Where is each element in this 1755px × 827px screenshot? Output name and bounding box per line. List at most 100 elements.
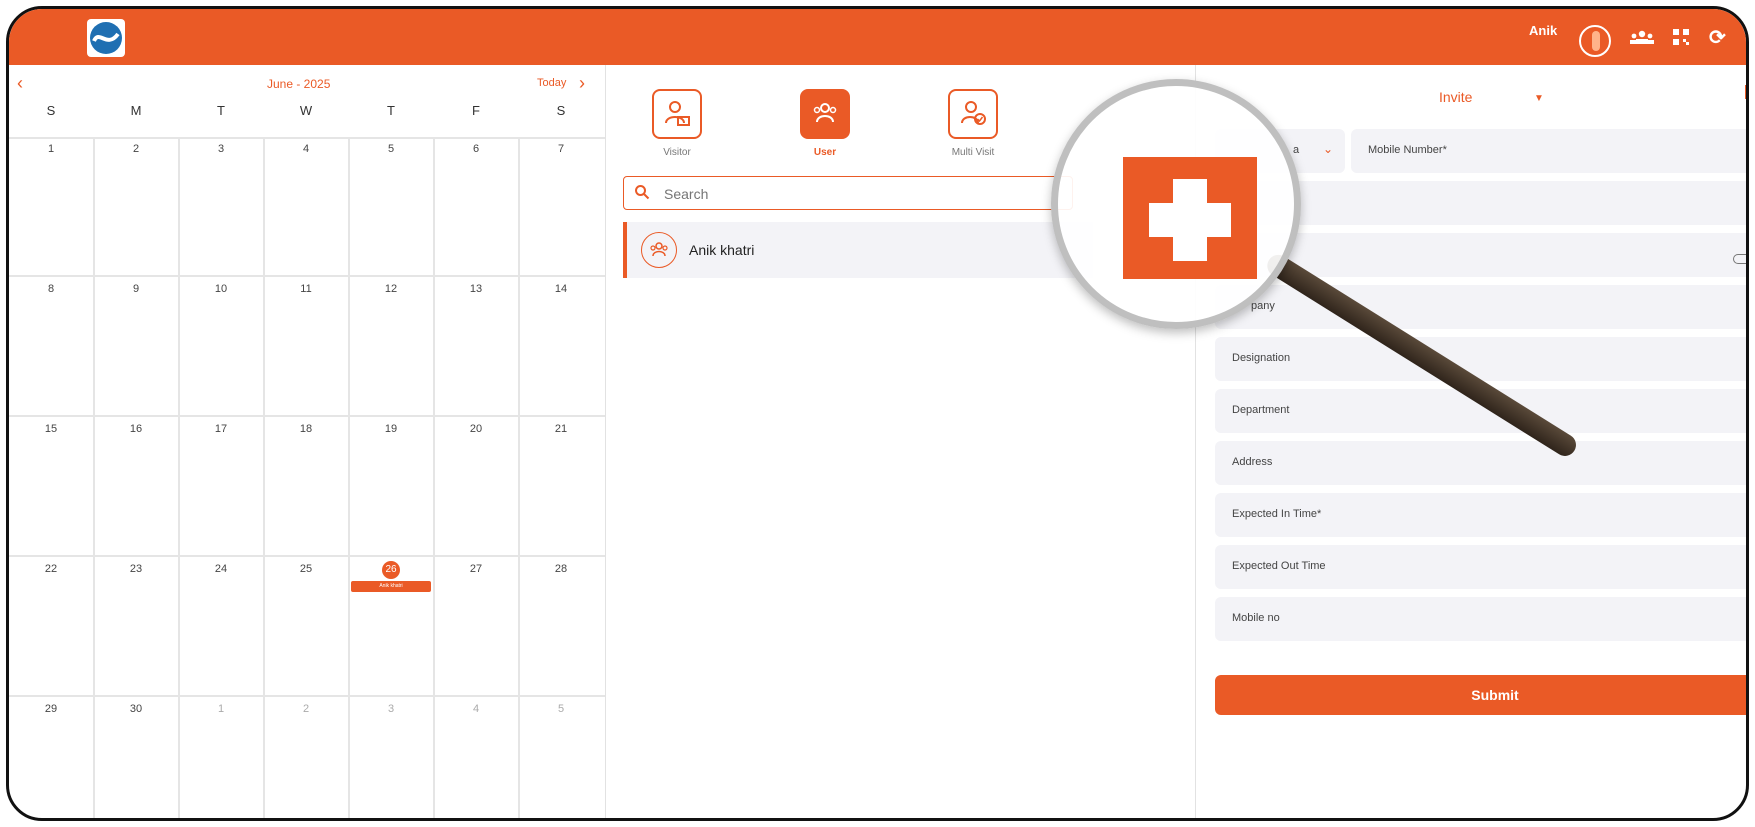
visitor-type-button[interactable] <box>652 89 702 139</box>
calendar-day[interactable]: 5 <box>349 143 433 155</box>
calendar-day[interactable]: 15 <box>9 423 93 435</box>
top-bar: Anik ⟳ <box>9 9 1746 65</box>
chevron-down-icon: ⌄ <box>1323 142 1334 156</box>
grid-line <box>9 137 605 139</box>
calendar-header: ‹ June - 2025 Today › <box>9 65 605 101</box>
expected-in-time-field[interactable]: Expected In Time* <box>1215 493 1746 537</box>
field-label: Mobile Number* <box>1368 144 1447 156</box>
calendar-day[interactable]: 5 <box>519 703 603 715</box>
weekday-header: M <box>130 103 142 118</box>
multi-visit-type-button[interactable] <box>948 89 998 139</box>
address-field[interactable]: Address <box>1215 441 1746 485</box>
today-button[interactable]: Today <box>537 77 566 89</box>
visitor-type-label: Visitor <box>663 147 691 158</box>
grid-line <box>178 137 180 818</box>
calendar-day[interactable]: 21 <box>519 423 603 435</box>
field-label: Department <box>1232 404 1290 416</box>
field-label: Expected In Time* <box>1232 508 1322 520</box>
search-icon <box>634 184 650 204</box>
calendar-day[interactable]: 24 <box>179 563 263 575</box>
calendar-day[interactable]: 3 <box>179 143 263 155</box>
grid-line <box>518 137 520 818</box>
calendar-day[interactable]: 22 <box>9 563 93 575</box>
field-label: pany <box>1251 300 1275 312</box>
calendar-day[interactable]: 16 <box>94 423 178 435</box>
calendar-day[interactable]: 20 <box>434 423 518 435</box>
calendar-day[interactable]: 4 <box>264 143 348 155</box>
calendar-day[interactable]: 23 <box>94 563 178 575</box>
grid-line <box>433 137 435 818</box>
list-item[interactable]: Anik khatri <box>623 222 1093 278</box>
grid-line <box>348 137 350 818</box>
calendar-day[interactable]: 1 <box>179 703 263 715</box>
grid-line <box>9 695 605 697</box>
avatar[interactable] <box>1579 25 1611 57</box>
calendar-day[interactable]: 25 <box>264 563 348 575</box>
weekday-header: F <box>472 103 480 118</box>
calendar-day[interactable]: 8 <box>9 283 93 295</box>
field-label: Mobile no <box>1232 612 1280 624</box>
mobile-number-field[interactable]: Mobile Number* <box>1351 129 1746 173</box>
plus-icon-horizontal <box>1149 203 1231 237</box>
users-icon[interactable] <box>1629 29 1655 50</box>
toggle-switch[interactable] <box>1733 254 1746 264</box>
weekday-header: T <box>217 103 225 118</box>
expected-out-time-field[interactable]: Expected Out Time <box>1215 545 1746 589</box>
weekday-header: W <box>299 103 313 118</box>
panel-corner-icon[interactable] <box>1745 85 1746 99</box>
calendar: ‹ June - 2025 Today › S M T W T F S 1 2 … <box>9 65 605 818</box>
multi-visit-type-label: Multi Visit <box>951 147 995 158</box>
calendar-day[interactable]: 3 <box>349 703 433 715</box>
calendar-day[interactable]: 2 <box>94 143 178 155</box>
calendar-day[interactable]: 10 <box>179 283 263 295</box>
refresh-icon[interactable]: ⟳ <box>1709 25 1726 50</box>
user-group-icon <box>641 232 677 268</box>
calendar-day[interactable]: 29 <box>9 703 93 715</box>
calendar-day[interactable]: 4 <box>434 703 518 715</box>
chevron-left-icon[interactable]: ‹ <box>17 73 23 94</box>
calendar-day[interactable]: 12 <box>349 283 433 295</box>
chevron-right-icon[interactable]: › <box>579 73 585 94</box>
calendar-day[interactable]: 14 <box>519 283 603 295</box>
user-type-button[interactable] <box>800 89 850 139</box>
search-input[interactable] <box>662 183 1046 205</box>
calendar-day[interactable]: 7 <box>519 143 603 155</box>
app-frame: Anik ⟳ ‹ June - 2025 Today › S M T W T F… <box>6 6 1749 821</box>
calendar-day[interactable]: 6 <box>434 143 518 155</box>
user-type-label: User <box>813 147 837 158</box>
calendar-day[interactable]: 19 <box>349 423 433 435</box>
calendar-day[interactable]: 17 <box>179 423 263 435</box>
selected-day-badge[interactable]: 26 <box>382 561 400 579</box>
field-label: Expected Out Time <box>1232 560 1326 572</box>
calendar-day[interactable]: 11 <box>264 283 348 295</box>
calendar-month-label: June - 2025 <box>267 77 331 91</box>
mobile-no-field[interactable]: Mobile no <box>1215 597 1746 641</box>
calendar-day[interactable]: 13 <box>434 283 518 295</box>
field-label: Designation <box>1232 352 1291 364</box>
panel-divider <box>605 65 606 818</box>
invite-title[interactable]: Invite <box>1439 89 1472 105</box>
calendar-day[interactable]: 30 <box>94 703 178 715</box>
calendar-day[interactable]: 1 <box>9 143 93 155</box>
list-item-name: Anik khatri <box>689 242 755 258</box>
calendar-day[interactable]: 27 <box>434 563 518 575</box>
calendar-day[interactable]: 18 <box>264 423 348 435</box>
caret-down-icon[interactable]: ▼ <box>1534 93 1544 104</box>
company-field[interactable]: pany <box>1215 285 1746 329</box>
user-name: Anik <box>1529 23 1558 38</box>
country-code-value: a <box>1293 144 1300 156</box>
calendar-day[interactable]: 28 <box>519 563 603 575</box>
app-logo[interactable] <box>87 19 125 57</box>
calendar-event[interactable]: Anik khatri <box>351 581 431 592</box>
field-label: Address <box>1232 456 1273 468</box>
qr-icon[interactable] <box>1673 29 1689 50</box>
submit-button[interactable]: Submit <box>1215 675 1746 715</box>
grid-line <box>93 137 95 818</box>
grid-line <box>9 415 605 417</box>
weekday-header: T <box>387 103 395 118</box>
calendar-day[interactable]: 9 <box>94 283 178 295</box>
weekday-header: S <box>46 103 56 118</box>
search-box[interactable] <box>623 176 1073 210</box>
calendar-day[interactable]: 2 <box>264 703 348 715</box>
designation-field[interactable]: Designation <box>1215 337 1746 381</box>
